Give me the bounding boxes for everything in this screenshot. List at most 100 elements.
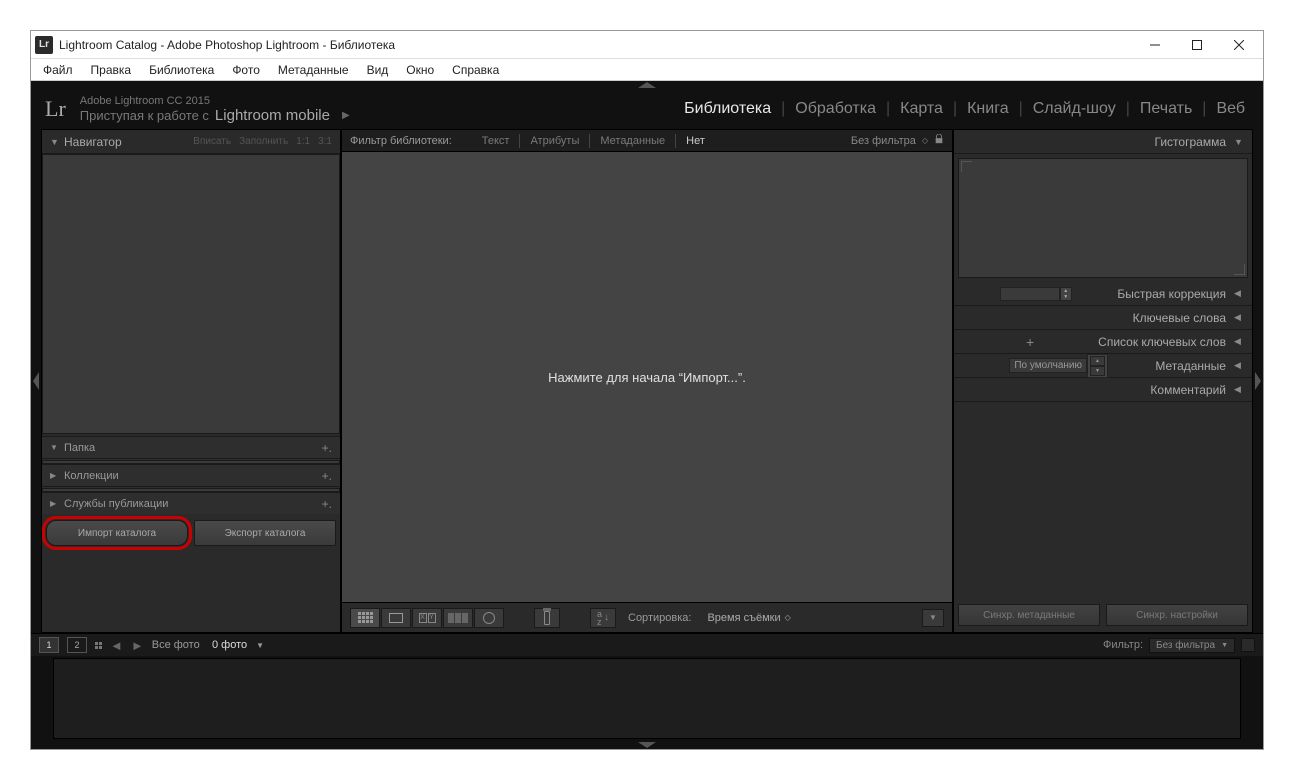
menu-window[interactable]: Окно [398,61,442,79]
sort-value[interactable]: Время съёмки◇ [707,612,790,624]
module-book[interactable]: Книга [963,98,1012,120]
left-panel: ▼ Навигатор Вписать Заполнить 1:1 3:1 ▼ … [41,129,341,633]
quick-develop-header[interactable]: ▲▼ Быстрая коррекция ◀ [954,282,1252,306]
filter-lock-icon[interactable] [934,134,944,147]
loupe-view-button[interactable] [381,608,411,628]
publish-add-icon[interactable]: +. [322,497,332,511]
maximize-button[interactable] [1185,35,1209,55]
keywords-header[interactable]: Ключевые слова ◀ [954,306,1252,330]
sync-metadata-button[interactable]: Синхр. метаданные [958,604,1100,626]
histogram-title: Гистограмма [1155,135,1226,149]
survey-view-button[interactable] [443,608,473,628]
nav-1-1[interactable]: 1:1 [296,136,310,147]
main-stage[interactable]: Нажмите для начала “Импорт...”. [342,152,952,602]
module-slideshow[interactable]: Слайд-шоу [1029,98,1120,120]
library-filter-bar: Фильтр библиотеки: Текст Атрибуты Метада… [342,130,952,152]
tagline-arrow-icon[interactable]: ▶ [342,110,350,121]
chevron-down-icon: ▼ [50,443,60,452]
collections-title: Коллекции [64,470,119,482]
navigator-preview[interactable] [42,154,340,434]
filmstrip: 1 2 ◄ ► Все фото 0 фото ▼ Фильтр: Без фи… [31,633,1263,741]
folder-title: Папка [64,442,95,454]
nav-back-icon[interactable]: ◄ [110,638,123,653]
module-picker: Библиотека| Обработка| Карта| Книга| Сла… [680,98,1249,120]
menu-file[interactable]: Файл [35,61,81,79]
keyword-list-header[interactable]: + Список ключевых слов ◀ [954,330,1252,354]
painter-tool-button[interactable] [534,608,560,628]
module-map[interactable]: Карта [896,98,947,120]
monitor-2-button[interactable]: 2 [67,637,87,653]
filmstrip-source[interactable]: Все фото [152,639,200,651]
quick-develop-title: Быстрая коррекция [1117,287,1226,301]
chevron-right-icon: ▶ [50,471,60,480]
window-title: Lightroom Catalog - Adobe Photoshop Ligh… [59,38,1143,52]
comments-header[interactable]: Комментарий ◀ [954,378,1252,402]
nav-fit[interactable]: Вписать [193,136,231,147]
chevron-left-icon: ◀ [1234,336,1244,347]
menu-help[interactable]: Справка [444,61,507,79]
right-panel-toggle[interactable] [1253,129,1263,633]
nav-forward-icon[interactable]: ► [131,638,144,653]
menu-edit[interactable]: Правка [83,61,140,79]
center-panel: Фильтр библиотеки: Текст Атрибуты Метада… [341,129,953,633]
compare-view-button[interactable]: XY [412,608,442,628]
top-panel-toggle[interactable] [31,81,1263,89]
titlebar: Lr Lightroom Catalog - Adobe Photoshop L… [31,31,1263,59]
filter-label: Фильтр библиотеки: [350,135,452,147]
chevron-right-icon: ▶ [50,499,60,508]
nav-fill[interactable]: Заполнить [239,136,288,147]
histogram-header[interactable]: Гистограмма ▼ [954,130,1252,154]
monitor-1-button[interactable]: 1 [39,637,59,653]
minimize-button[interactable] [1143,35,1167,55]
module-develop[interactable]: Обработка [791,98,880,120]
filmstrip-filter-toggle[interactable] [1241,638,1255,652]
folder-header[interactable]: ▼ Папка +. [42,436,340,458]
filmstrip-filter-label: Фильтр: [1103,639,1143,651]
module-web[interactable]: Веб [1212,98,1249,120]
collections-add-icon[interactable]: +. [322,469,332,483]
filter-preset[interactable]: Без фильтра [851,135,916,147]
sort-direction-button[interactable]: az↓ [590,608,616,628]
filmstrip-strip[interactable] [53,658,1241,739]
filter-preset-arrow-icon[interactable]: ◇ [922,136,928,145]
module-print[interactable]: Печать [1136,98,1196,120]
filmstrip-filter-select[interactable]: Без фильтра▼ [1149,638,1235,653]
toolbar-menu-button[interactable]: ▼ [922,609,944,627]
export-catalog-button[interactable]: Экспорт каталога [194,520,336,546]
filter-tab-attributes[interactable]: Атрибуты [530,135,579,147]
lightroom-logo: Lr [45,96,66,122]
keyword-list-title: Список ключевых слов [1098,335,1226,349]
filter-tab-none[interactable]: Нет [686,135,705,147]
people-view-button[interactable] [474,608,504,628]
grid-toggle-icon[interactable] [95,642,102,649]
menu-metadata[interactable]: Метаданные [270,61,357,79]
tagline-brand[interactable]: Lightroom mobile [215,107,330,124]
keyword-add-icon[interactable]: + [1026,334,1034,350]
left-panel-toggle[interactable] [31,129,41,633]
comments-title: Комментарий [1150,383,1226,397]
filter-tab-text[interactable]: Текст [482,135,510,147]
identity-row: Lr Adobe Lightroom CC 2015 Приступая к р… [31,89,1263,129]
sync-settings-button[interactable]: Синхр. настройки [1106,604,1248,626]
publish-title: Службы публикации [64,498,168,510]
chevron-left-icon: ◀ [1234,360,1244,371]
navigator-title: Навигатор [64,135,122,149]
filter-tab-metadata[interactable]: Метаданные [600,135,665,147]
app-icon: Lr [35,36,53,54]
menu-photo[interactable]: Фото [224,61,268,79]
import-catalog-button[interactable]: Импорт каталога [46,520,188,546]
nav-3-1[interactable]: 3:1 [318,136,332,147]
metadata-header[interactable]: По умолчанию▲▼ Метаданные ◀ [954,354,1252,378]
publish-header[interactable]: ▶ Службы публикации +. [42,492,340,514]
bottom-panel-toggle[interactable] [31,741,1263,749]
collections-header[interactable]: ▶ Коллекции +. [42,464,340,486]
grid-view-button[interactable] [350,608,380,628]
metadata-preset-select[interactable]: По умолчанию▲▼ [1009,354,1108,378]
menu-view[interactable]: Вид [359,61,397,79]
menu-library[interactable]: Библиотека [141,61,222,79]
filmstrip-source-arrow-icon[interactable]: ▼ [256,641,264,650]
module-library[interactable]: Библиотека [680,98,775,120]
navigator-header[interactable]: ▼ Навигатор Вписать Заполнить 1:1 3:1 [42,130,340,154]
folder-add-icon[interactable]: +. [322,441,332,455]
close-button[interactable] [1227,35,1251,55]
